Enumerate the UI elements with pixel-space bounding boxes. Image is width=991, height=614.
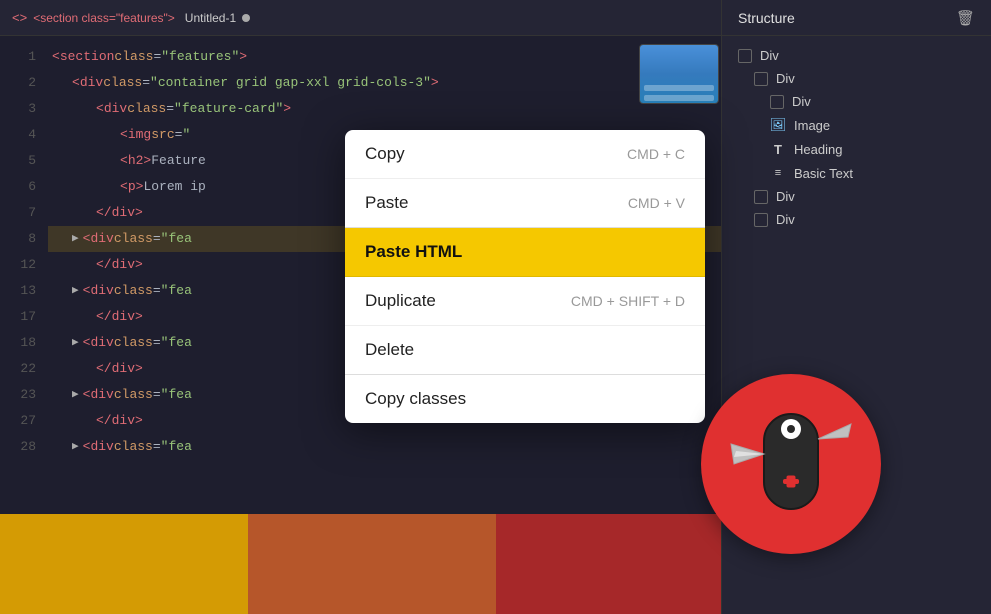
tree-item-div-4[interactable]: Div: [722, 208, 991, 231]
menu-label-duplicate: Duplicate: [365, 291, 436, 311]
tree-label-basic-text: Basic Text: [794, 166, 853, 181]
tab-tag: <> <section class="features"> Untitled-1: [12, 10, 250, 25]
tree-list: Div Div Div 🖼 Image T Heading ≡ Basic Te…: [722, 36, 991, 239]
panel-header: Structure 🗑: [722, 0, 991, 36]
tree-item-div-1[interactable]: Div: [722, 67, 991, 90]
tree-label-div-1: Div: [776, 71, 795, 86]
tree-item-basic-text[interactable]: ≡ Basic Text: [722, 161, 991, 185]
tab-unsaved-dot: [242, 14, 250, 22]
menu-item-delete[interactable]: Delete: [345, 326, 705, 375]
menu-label-paste-html: Paste HTML: [365, 242, 462, 262]
tree-label-div-3: Div: [776, 189, 795, 204]
menu-item-copy[interactable]: Copy CMD + C: [345, 130, 705, 179]
tab-section-label: <section class="features">: [33, 11, 175, 25]
menu-item-paste-html[interactable]: Paste HTML: [345, 228, 705, 277]
checkbox-div-4[interactable]: [754, 213, 768, 227]
tree-label-div-0: Div: [760, 48, 779, 63]
yellow-block: [0, 514, 248, 614]
tree-label-div-4: Div: [776, 212, 795, 227]
knife-icon: [726, 399, 856, 529]
menu-item-copy-classes[interactable]: Copy classes: [345, 375, 705, 423]
logo-circle: [701, 374, 881, 554]
menu-label-paste: Paste: [365, 193, 408, 213]
menu-item-paste[interactable]: Paste CMD + V: [345, 179, 705, 228]
checkbox-div-1[interactable]: [754, 72, 768, 86]
menu-label-copy: Copy: [365, 144, 405, 164]
trash-icon[interactable]: 🗑: [956, 9, 975, 27]
logo-badge: [701, 374, 881, 554]
menu-shortcut-paste: CMD + V: [628, 195, 685, 211]
panel-header-icons: 🗑: [956, 9, 975, 27]
tree-label-image: Image: [794, 118, 830, 133]
tab-filename: Untitled-1: [185, 11, 236, 25]
checkbox-div-0[interactable]: [738, 49, 752, 63]
image-icon: 🖼: [770, 117, 786, 133]
checkbox-div-2[interactable]: [770, 95, 784, 109]
heading-icon: T: [770, 141, 786, 157]
panel-title: Structure: [738, 10, 795, 26]
context-menu: Copy CMD + C Paste CMD + V Paste HTML Du…: [345, 130, 705, 423]
html-tag-icon: <>: [12, 10, 27, 25]
menu-shortcut-duplicate: CMD + SHIFT + D: [571, 293, 685, 309]
tree-item-div-3[interactable]: Div: [722, 185, 991, 208]
tree-item-image[interactable]: 🖼 Image: [722, 113, 991, 137]
menu-shortcut-copy: CMD + C: [627, 146, 685, 162]
menu-label-delete: Delete: [365, 340, 414, 360]
tree-label-div-2: Div: [792, 94, 811, 109]
orange-block: [248, 514, 496, 614]
preview-thumbnail: [639, 44, 719, 104]
tree-item-div-2[interactable]: Div: [722, 90, 991, 113]
tree-item-heading[interactable]: T Heading: [722, 137, 991, 161]
menu-label-copy-classes: Copy classes: [365, 389, 466, 409]
menu-item-duplicate[interactable]: Duplicate CMD + SHIFT + D: [345, 277, 705, 326]
tree-label-heading: Heading: [794, 142, 842, 157]
checkbox-div-3[interactable]: [754, 190, 768, 204]
tree-item-div-0[interactable]: Div: [722, 44, 991, 67]
basic-text-icon: ≡: [770, 165, 786, 181]
